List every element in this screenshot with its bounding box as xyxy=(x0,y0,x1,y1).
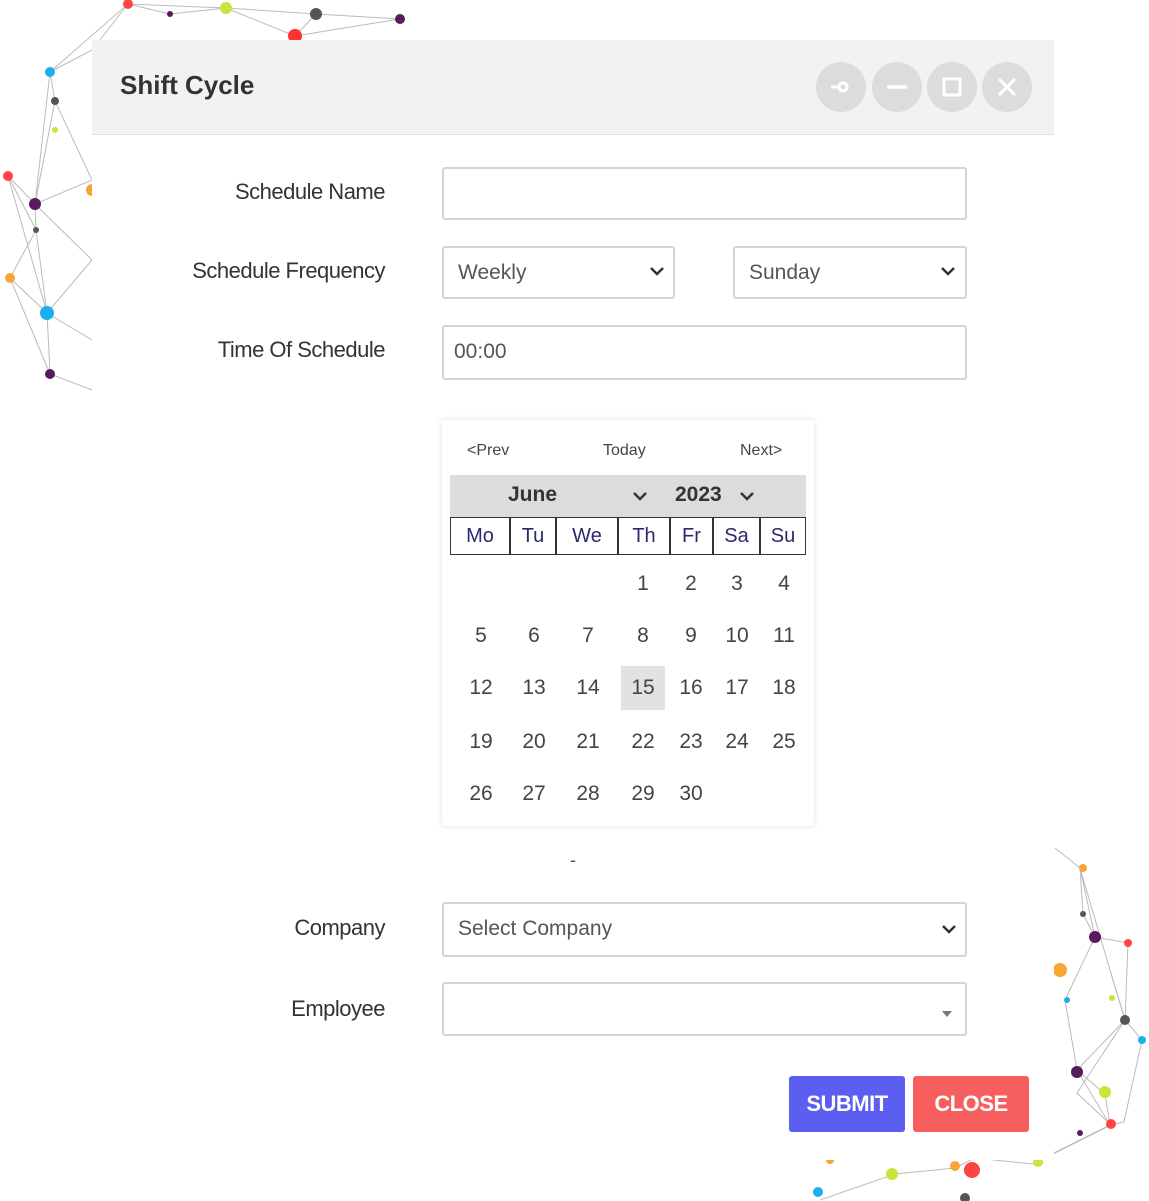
calendar-day[interactable]: 7 xyxy=(566,614,610,658)
calendar-day[interactable]: 29 xyxy=(621,772,665,816)
frequency-select[interactable]: Weekly xyxy=(442,246,675,299)
close-icon xyxy=(997,77,1017,97)
calendar-day[interactable]: 23 xyxy=(669,720,713,764)
calendar-day[interactable]: 3 xyxy=(715,562,759,606)
calendar-day[interactable]: 17 xyxy=(715,666,759,710)
calendar-day[interactable]: 24 xyxy=(715,720,759,764)
time-of-schedule-label: Time Of Schedule xyxy=(217,337,386,362)
calendar-day[interactable]: 6 xyxy=(512,614,556,658)
calendar-day[interactable]: 27 xyxy=(512,772,556,816)
weekday-tu: Tu xyxy=(510,517,556,555)
schedule-name-input[interactable] xyxy=(442,167,967,220)
calendar-day[interactable]: 4 xyxy=(762,562,806,606)
dialog-title: Shift Cycle xyxy=(120,70,255,100)
calendar-day[interactable]: 10 xyxy=(715,614,759,658)
maximize-icon xyxy=(942,77,962,97)
today-link[interactable]: Today xyxy=(603,442,646,460)
calendar-day[interactable]: 16 xyxy=(669,666,713,710)
calendar-day[interactable]: 21 xyxy=(566,720,610,764)
schedule-name-label: Schedule Name xyxy=(234,179,386,204)
shift-cycle-dialog: Shift Cycle Schedule Name Schedule Frequ… xyxy=(92,40,1054,1160)
separator: - xyxy=(570,850,576,870)
close-window-button[interactable] xyxy=(982,62,1032,112)
caret-down-icon xyxy=(942,1011,952,1017)
calendar-day[interactable]: 25 xyxy=(762,720,806,764)
next-month-link[interactable]: Next> xyxy=(740,442,782,460)
calendar-day[interactable]: 18 xyxy=(762,666,806,710)
calendar-day[interactable]: 1 xyxy=(621,562,665,606)
chevron-down-icon[interactable] xyxy=(632,491,648,503)
pin-button[interactable] xyxy=(816,62,866,112)
chevron-down-icon[interactable] xyxy=(739,491,755,503)
prev-month-link[interactable]: <Prev xyxy=(467,442,509,460)
calendar-day[interactable]: 14 xyxy=(566,666,610,710)
chevron-down-icon xyxy=(941,267,955,276)
chevron-down-icon xyxy=(942,925,956,934)
company-label: Company xyxy=(294,915,385,940)
day-select[interactable]: Sunday xyxy=(733,246,967,299)
company-value: Select Company xyxy=(458,917,613,940)
weekday-fr: Fr xyxy=(670,517,713,555)
calendar-day[interactable]: 28 xyxy=(566,772,610,816)
calendar-day[interactable]: 5 xyxy=(459,614,503,658)
calendar-day[interactable]: 12 xyxy=(459,666,503,710)
weekday-su: Su xyxy=(760,517,806,555)
employee-select[interactable] xyxy=(442,982,967,1036)
calendar-day[interactable]: 9 xyxy=(669,614,713,658)
year-select[interactable]: 2023 xyxy=(675,483,722,507)
calendar-day[interactable]: 11 xyxy=(762,614,806,658)
schedule-frequency-label: Schedule Frequency xyxy=(192,258,385,283)
calendar-day[interactable]: 20 xyxy=(512,720,556,764)
company-select[interactable]: Select Company xyxy=(442,902,967,957)
weekday-header: Mo Tu We Th Fr Sa Su xyxy=(450,517,806,557)
frequency-value: Weekly xyxy=(458,261,527,284)
calendar-day[interactable]: 19 xyxy=(459,720,503,764)
calendar-day[interactable]: 2 xyxy=(669,562,713,606)
calendar-day-selected[interactable]: 15 xyxy=(621,666,665,710)
submit-button[interactable]: SUBMIT xyxy=(789,1076,905,1132)
day-value: Sunday xyxy=(749,261,821,284)
minimize-button[interactable] xyxy=(872,62,922,112)
calendar-day[interactable]: 22 xyxy=(621,720,665,764)
weekday-sa: Sa xyxy=(713,517,760,555)
datepicker-calendar: <Prev Today Next> June 2023 Mo Tu We Th Fr Sa… xyxy=(442,420,814,826)
calendar-day[interactable]: 30 xyxy=(669,772,713,816)
close-button[interactable]: CLOSE xyxy=(913,1076,1029,1132)
weekday-th: Th xyxy=(618,517,670,555)
weekday-mo: Mo xyxy=(450,517,510,555)
calendar-day[interactable]: 8 xyxy=(621,614,665,658)
time-of-schedule-value: 00:00 xyxy=(454,340,507,363)
maximize-button[interactable] xyxy=(927,62,977,112)
month-select[interactable]: June xyxy=(508,483,557,507)
employee-label: Employee xyxy=(291,996,385,1021)
minimize-icon xyxy=(887,85,907,89)
calendar-day[interactable]: 26 xyxy=(459,772,503,816)
dialog-titlebar: Shift Cycle xyxy=(92,40,1054,135)
calendar-day[interactable]: 13 xyxy=(512,666,556,710)
pin-icon xyxy=(831,81,849,93)
weekday-we: We xyxy=(556,517,618,555)
time-of-schedule-input[interactable]: 00:00 xyxy=(442,325,967,380)
month-year-bar: June 2023 xyxy=(450,475,806,517)
chevron-down-icon xyxy=(650,267,664,276)
